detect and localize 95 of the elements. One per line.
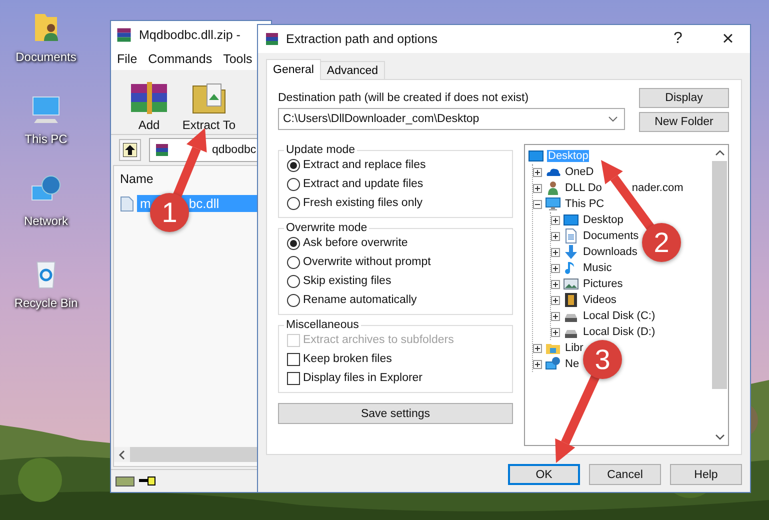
menu-item[interactable]: Commands <box>148 52 212 66</box>
toolbar-label[interactable]: Add <box>138 118 160 132</box>
key-icon <box>138 476 156 486</box>
documents-icon <box>563 228 579 244</box>
chevron-down-icon[interactable] <box>608 116 618 122</box>
archive-icon <box>115 26 133 44</box>
option-label: Ask before overwrite <box>303 237 408 249</box>
file-name: m <box>140 196 151 211</box>
expand-icon[interactable] <box>551 312 560 320</box>
expand-icon[interactable] <box>551 264 560 272</box>
option-label: Fresh existing files only <box>303 197 423 209</box>
tab[interactable]: Advanced <box>320 61 386 79</box>
tree-item[interactable]: This PC <box>564 198 606 210</box>
tree-item[interactable]: Documents <box>582 230 640 242</box>
desktop-icon <box>563 212 579 228</box>
option-label: Extract and replace files <box>303 159 426 171</box>
pictures-icon <box>563 276 579 292</box>
tree-item[interactable]: Local Disk (D:) <box>582 326 656 338</box>
tree-item[interactable]: Ne <box>564 358 580 370</box>
collapse-icon[interactable] <box>533 200 542 208</box>
downloads-icon <box>563 244 579 260</box>
tree-item[interactable]: Music <box>582 262 613 274</box>
menu-item[interactable]: Tools <box>223 52 252 66</box>
field-label: Destination path (will be created if does not exist) <box>278 92 530 104</box>
chevron-down-icon[interactable] <box>714 434 724 440</box>
drive-icon <box>115 475 135 487</box>
expand-icon[interactable] <box>533 184 542 192</box>
expand-icon[interactable] <box>533 344 542 352</box>
arrow <box>172 128 207 198</box>
tree-item[interactable]: Local Disk (C:) <box>582 310 656 322</box>
group-title: Miscellaneous <box>285 319 360 331</box>
expand-icon[interactable] <box>533 168 542 176</box>
archive-icon <box>154 142 170 158</box>
dialog-button[interactable]: New Folder <box>639 112 729 132</box>
dialog-button[interactable]: OK <box>508 464 580 485</box>
tree-item-fragment[interactable]: nader.com <box>630 182 684 194</box>
desktop-icon <box>528 148 544 164</box>
tree-item[interactable]: DLL Do <box>564 182 603 194</box>
desktop-icon-label: This PC <box>24 132 68 146</box>
dialog-button[interactable]: Help <box>670 464 742 485</box>
expand-icon[interactable] <box>533 360 542 368</box>
radio-button[interactable] <box>287 178 300 190</box>
tree-item[interactable]: Desktop <box>582 214 624 226</box>
dialog-button[interactable]: Display <box>639 88 729 108</box>
desktop-icon-label: Network <box>24 214 68 228</box>
videos-icon <box>563 292 579 308</box>
up-folder-button[interactable] <box>119 139 141 161</box>
option-label: Display files in Explorer <box>303 372 423 384</box>
close-button[interactable]: × <box>706 25 750 53</box>
expand-icon[interactable] <box>551 296 560 304</box>
desktop-icon-label: Documents <box>16 50 76 64</box>
option-label: Extract and update files <box>303 178 424 190</box>
option-label: Keep broken files <box>303 353 392 365</box>
option-label: Extract archives to subfolders <box>303 334 454 346</box>
tree-item[interactable]: Libr <box>564 342 584 354</box>
tree-item[interactable]: OneD <box>564 166 595 178</box>
checkbox[interactable] <box>287 372 300 384</box>
network-icon <box>545 356 561 372</box>
radio-button[interactable] <box>287 158 300 172</box>
group-title: Overwrite mode <box>285 222 368 234</box>
path-text: qdbodbc <box>212 144 256 156</box>
column-header[interactable]: Name <box>120 172 154 186</box>
option-label: Skip existing files <box>303 275 392 287</box>
expand-icon[interactable] <box>551 216 560 224</box>
file-icon <box>120 196 134 212</box>
dialog-title: Extraction path and options <box>286 32 438 46</box>
radio-button[interactable] <box>287 236 300 250</box>
checkbox[interactable] <box>287 352 300 366</box>
desktop-icon-label: Recycle Bin <box>14 296 78 310</box>
file-name-fragment: bc.dll <box>188 196 220 211</box>
expand-icon[interactable] <box>551 280 560 288</box>
tree-item[interactable]: Pictures <box>582 278 624 290</box>
expand-icon[interactable] <box>551 248 560 256</box>
radio-button[interactable] <box>287 196 300 210</box>
radio-button[interactable] <box>287 274 300 288</box>
window-title: Mqdbodbc.dll.zip - <box>139 28 240 42</box>
save-settings-button[interactable]: Save settings <box>278 403 513 424</box>
tab[interactable]: General <box>266 59 321 80</box>
archive-icon <box>264 31 280 47</box>
chevron-up-icon[interactable] <box>714 150 724 156</box>
option-label: Overwrite without prompt <box>303 256 431 268</box>
tree-item[interactable]: Downloads <box>582 246 638 258</box>
option-label: Rename automatically <box>303 294 417 306</box>
group-title: Update mode <box>285 144 356 156</box>
radio-button[interactable] <box>287 294 300 306</box>
user-icon <box>545 180 561 196</box>
dialog-button[interactable]: Cancel <box>589 464 661 485</box>
path-dropdown[interactable]: C:\Users\DllDownloader_com\Desktop <box>278 108 625 130</box>
radio-button[interactable] <box>287 256 300 268</box>
toolbar-label[interactable]: Extract To <box>182 118 236 132</box>
menu-item[interactable]: File <box>117 52 138 66</box>
expand-icon[interactable] <box>551 232 560 240</box>
help-button[interactable]: ? <box>656 25 700 53</box>
tree-item[interactable]: Videos <box>582 294 618 306</box>
expand-icon[interactable] <box>551 328 560 336</box>
